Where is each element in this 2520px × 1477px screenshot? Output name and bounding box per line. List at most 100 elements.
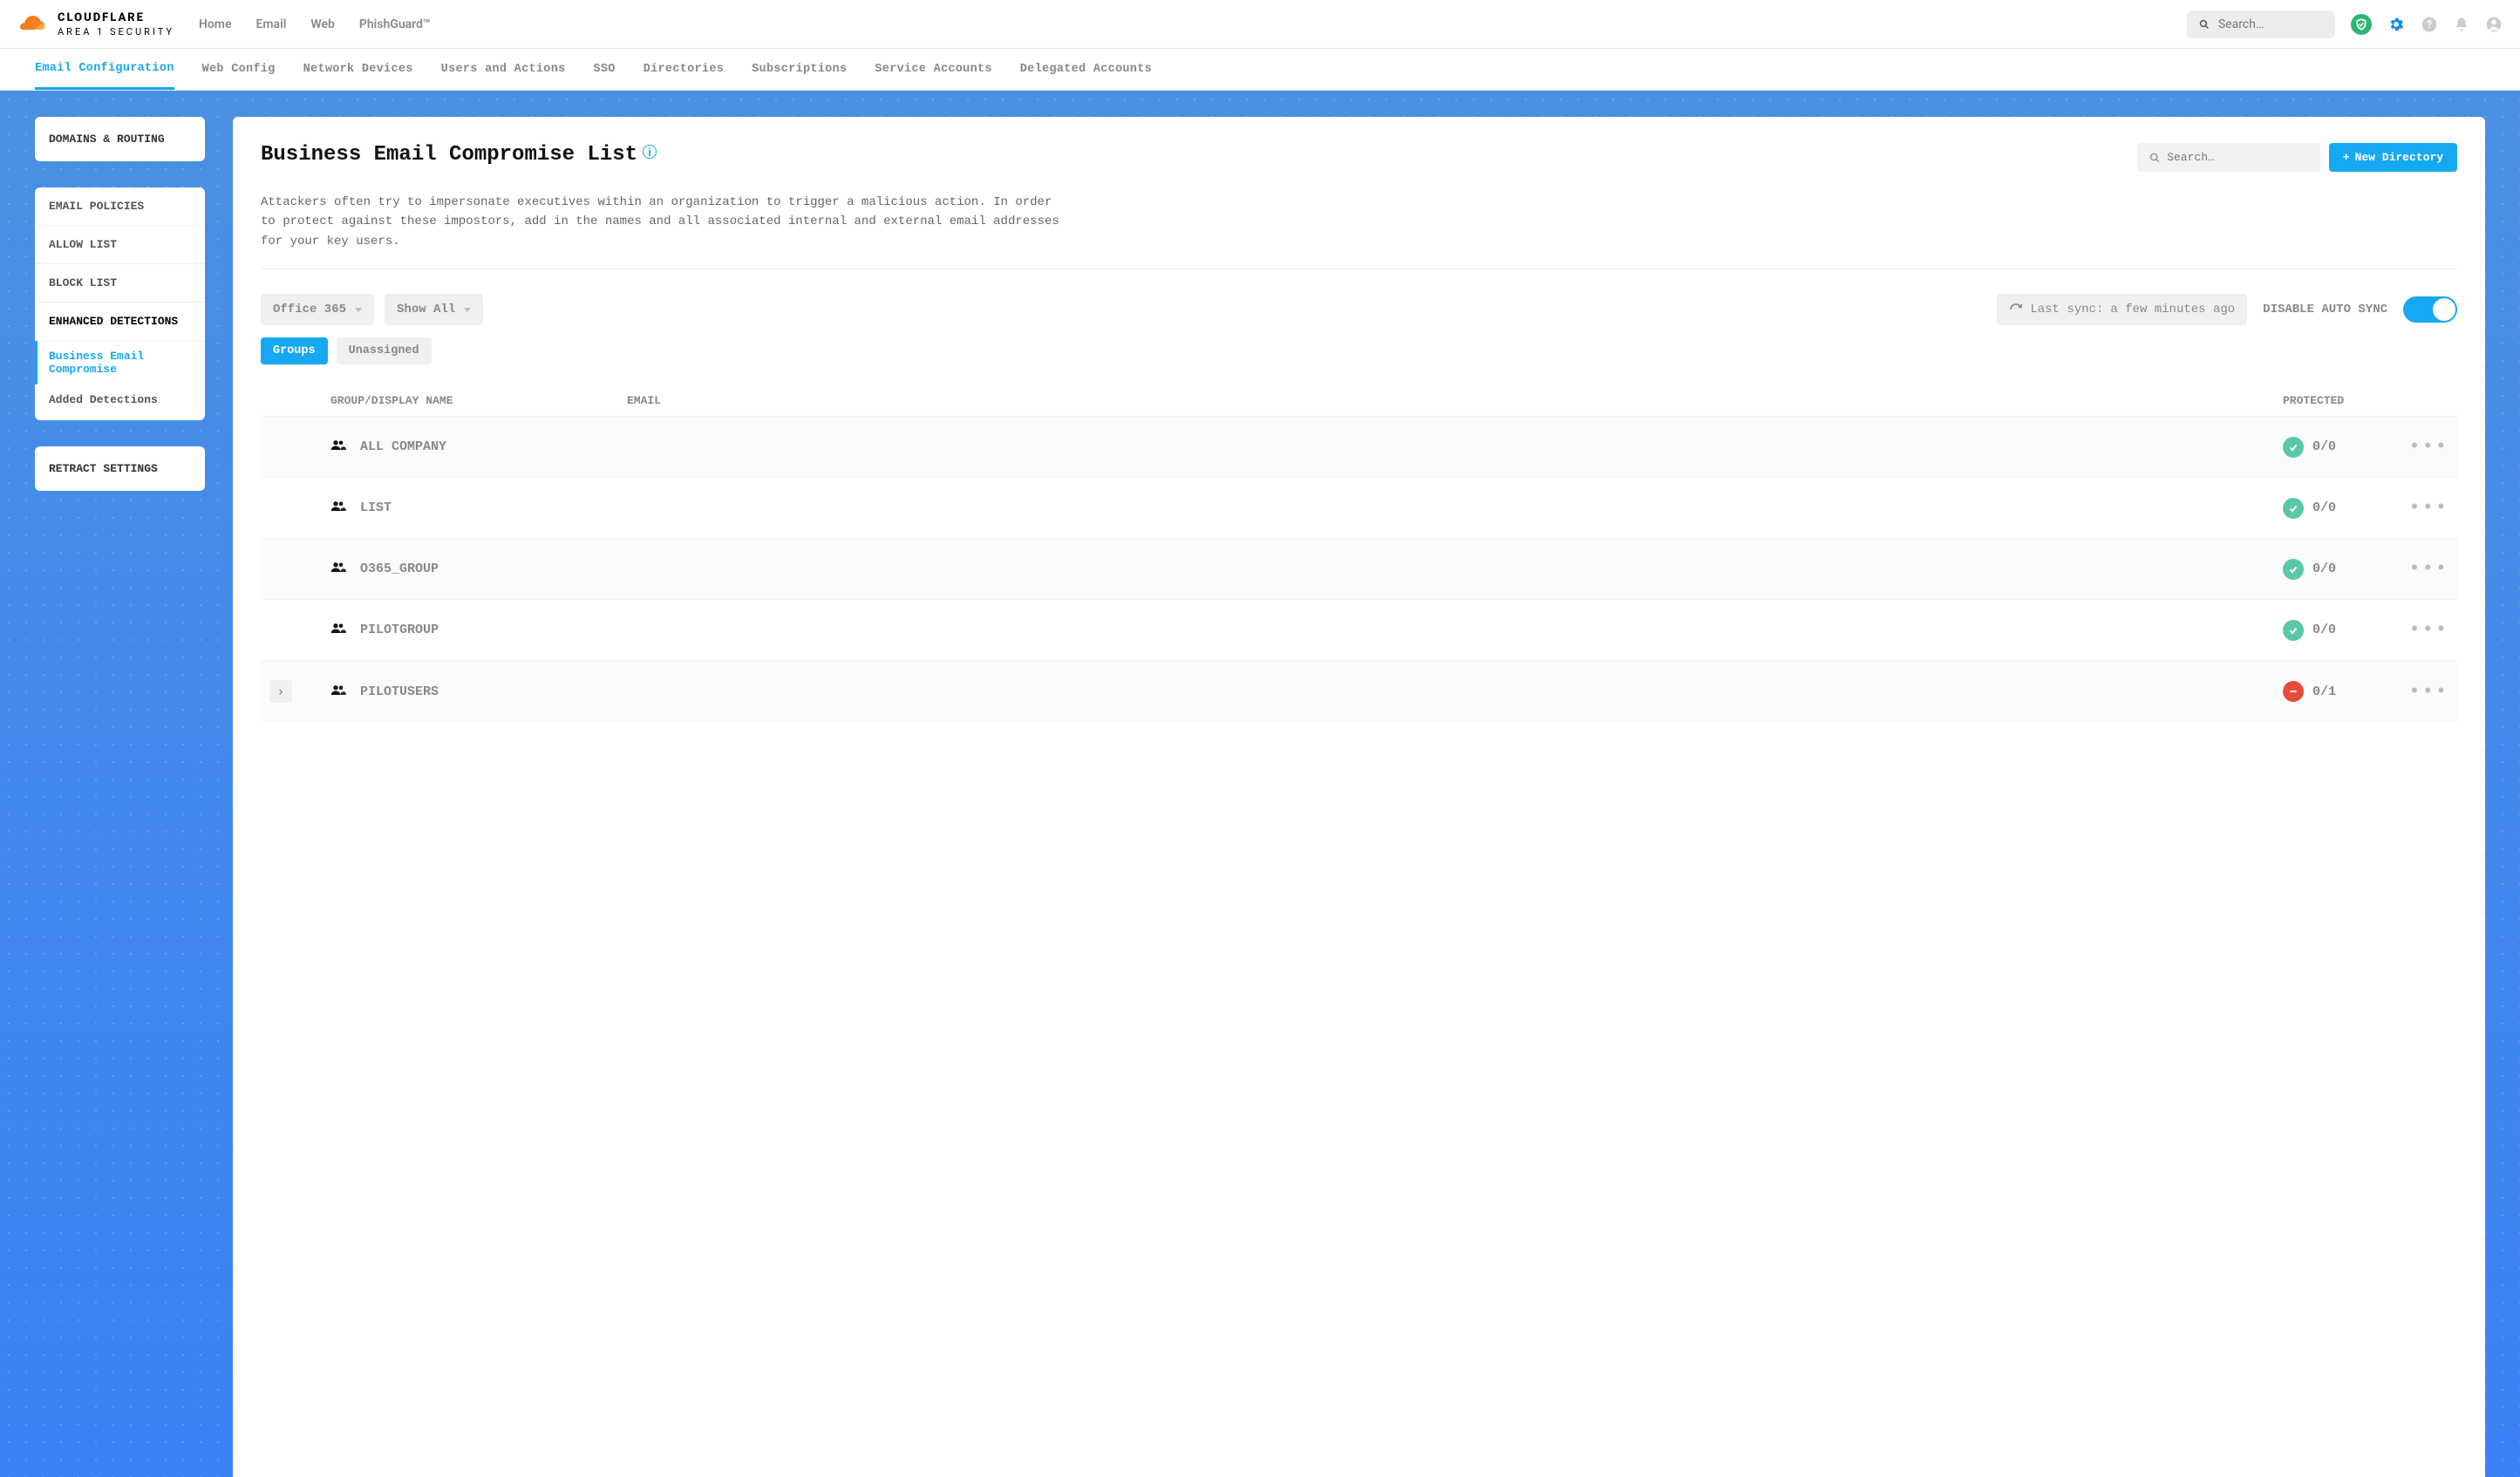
table-row[interactable]: ALL COMPANY 0/0 ••• bbox=[261, 416, 2457, 477]
help-icon[interactable]: ? bbox=[2421, 16, 2438, 33]
group-icon bbox=[330, 622, 346, 638]
row-protected-cell: 0/0 bbox=[2283, 498, 2387, 519]
brand-logo[interactable]: CLOUDFLARE AREA 1 SECURITY bbox=[17, 12, 174, 37]
top-header-right: ? bbox=[2187, 10, 2503, 38]
row-protected-value: 0/0 bbox=[2312, 562, 2336, 576]
row-name-cell: PILOTUSERS bbox=[330, 684, 627, 700]
table-row[interactable]: › PILOTUSERS 0/1 ••• bbox=[261, 660, 2457, 722]
sidebar-item-retract-settings[interactable]: RETRACT SETTINGS bbox=[35, 446, 205, 491]
last-sync-chip[interactable]: Last sync: a few minutes ago bbox=[1997, 294, 2247, 325]
global-search[interactable] bbox=[2187, 10, 2335, 38]
row-more-button[interactable]: ••• bbox=[2387, 619, 2448, 641]
sidebar-item-bec[interactable]: Business Email Compromise bbox=[35, 341, 205, 385]
show-select[interactable]: Show All bbox=[385, 294, 483, 325]
row-name: LIST bbox=[360, 500, 392, 515]
row-more-button[interactable]: ••• bbox=[2387, 436, 2448, 458]
global-search-input[interactable] bbox=[2218, 17, 2323, 31]
group-icon bbox=[330, 684, 346, 700]
row-name: ALL COMPANY bbox=[360, 439, 446, 454]
shield-check-icon[interactable] bbox=[2351, 14, 2372, 35]
chevron-down-icon bbox=[355, 308, 362, 312]
group-icon bbox=[330, 561, 346, 577]
nav-web[interactable]: Web bbox=[310, 17, 335, 31]
tab-users-actions[interactable]: Users and Actions bbox=[441, 51, 566, 88]
table-row[interactable]: LIST 0/0••• bbox=[261, 477, 2457, 538]
row-protected-cell: 0/0 bbox=[2283, 620, 2387, 641]
tab-delegated-accounts[interactable]: Delegated Accounts bbox=[1020, 51, 1152, 88]
sidebar-item-added-detections[interactable]: Added Detections bbox=[35, 385, 205, 420]
row-name-cell: LIST bbox=[330, 500, 627, 516]
user-icon[interactable] bbox=[2485, 16, 2503, 33]
nav-home[interactable]: Home bbox=[199, 17, 232, 31]
sidebar-item-domains-routing[interactable]: DOMAINS & ROUTING bbox=[35, 117, 205, 161]
table-header: GROUP/DISPLAY NAME EMAIL PROTECTED bbox=[261, 385, 2457, 416]
check-icon bbox=[2283, 498, 2304, 519]
sidebar-section-enhanced-detections: ENHANCED DETECTIONS bbox=[35, 303, 205, 341]
gear-icon[interactable] bbox=[2387, 16, 2405, 33]
row-expand-cell: › bbox=[269, 680, 330, 703]
chevron-down-icon bbox=[464, 308, 471, 312]
page-title-text: Business Email Compromise List bbox=[261, 143, 637, 167]
row-more-button[interactable]: ••• bbox=[2387, 558, 2448, 580]
new-directory-button[interactable]: + New Directory bbox=[2329, 143, 2457, 172]
minus-icon bbox=[2283, 681, 2304, 702]
row-protected-cell: 0/0 bbox=[2283, 437, 2387, 458]
pill-groups[interactable]: Groups bbox=[261, 337, 328, 364]
show-select-value: Show All bbox=[397, 303, 455, 316]
page-title: Business Email Compromise List i bbox=[261, 143, 657, 167]
table-row[interactable]: O365_GROUP 0/0 ••• bbox=[261, 538, 2457, 599]
sidebar-item-block-list[interactable]: BLOCK LIST bbox=[35, 264, 205, 303]
row-protected-value: 0/1 bbox=[2312, 684, 2336, 699]
nav-phishguard[interactable]: PhishGuard™ bbox=[359, 17, 431, 31]
panel-search[interactable] bbox=[2137, 143, 2320, 172]
tab-sso[interactable]: SSO bbox=[594, 51, 616, 88]
expand-button[interactable]: › bbox=[269, 680, 292, 703]
auto-sync-toggle[interactable] bbox=[2403, 296, 2457, 323]
group-icon bbox=[330, 500, 346, 516]
row-more-button[interactable]: ••• bbox=[2387, 681, 2448, 703]
table-row[interactable]: PILOTGROUP0/0••• bbox=[261, 599, 2457, 660]
tab-service-accounts[interactable]: Service Accounts bbox=[875, 51, 991, 88]
row-more-button[interactable]: ••• bbox=[2387, 497, 2448, 519]
header-actions: + New Directory bbox=[2137, 143, 2457, 172]
check-icon bbox=[2283, 559, 2304, 580]
nav-email[interactable]: Email bbox=[256, 17, 287, 31]
tab-network-devices[interactable]: Network Devices bbox=[303, 51, 413, 88]
controls-right: Last sync: a few minutes ago DISABLE AUT… bbox=[1997, 294, 2457, 325]
brand-sub: AREA 1 SECURITY bbox=[58, 27, 174, 37]
new-directory-label: New Directory bbox=[2355, 151, 2443, 164]
tab-email-configuration[interactable]: Email Configuration bbox=[35, 50, 174, 90]
tab-web-config[interactable]: Web Config bbox=[202, 51, 276, 88]
row-protected-value: 0/0 bbox=[2312, 439, 2336, 454]
col-email: EMAIL bbox=[627, 394, 2283, 407]
sidebar-card-domains[interactable]: DOMAINS & ROUTING bbox=[35, 117, 205, 161]
groups-table: GROUP/DISPLAY NAME EMAIL PROTECTED ALL C… bbox=[261, 385, 2457, 722]
top-header: CLOUDFLARE AREA 1 SECURITY Home Email We… bbox=[0, 0, 2520, 49]
check-icon bbox=[2283, 437, 2304, 458]
search-icon bbox=[2149, 152, 2160, 164]
sidebar-card-retract[interactable]: RETRACT SETTINGS bbox=[35, 446, 205, 491]
tab-subscriptions[interactable]: Subscriptions bbox=[752, 51, 847, 88]
group-icon bbox=[330, 439, 346, 455]
check-icon bbox=[2283, 620, 2304, 641]
sidebar-item-allow-list[interactable]: ALLOW LIST bbox=[35, 226, 205, 264]
tab-directories[interactable]: Directories bbox=[644, 51, 724, 88]
row-name-cell: O365_GROUP bbox=[330, 561, 627, 577]
panel-search-input[interactable] bbox=[2167, 151, 2308, 164]
search-icon bbox=[2199, 18, 2210, 31]
col-name: GROUP/DISPLAY NAME bbox=[330, 394, 627, 407]
bell-icon[interactable] bbox=[2454, 17, 2469, 32]
auto-sync-label: DISABLE AUTO SYNC bbox=[2263, 303, 2387, 316]
content-panel: Business Email Compromise List i + New D… bbox=[233, 117, 2485, 1477]
last-sync-value: a few minutes ago bbox=[2110, 303, 2235, 316]
sub-nav: Email Configuration Web Config Network D… bbox=[0, 49, 2520, 91]
sidebar-item-email-policies[interactable]: EMAIL POLICIES bbox=[35, 187, 205, 226]
row-protected-cell: 0/1 bbox=[2283, 681, 2387, 702]
sidebar-card-policies: EMAIL POLICIES ALLOW LIST BLOCK LIST ENH… bbox=[35, 187, 205, 420]
info-icon[interactable]: i bbox=[643, 145, 657, 159]
top-nav: Home Email Web PhishGuard™ bbox=[199, 17, 431, 31]
pill-unassigned[interactable]: Unassigned bbox=[337, 337, 432, 364]
row-name-cell: ALL COMPANY bbox=[330, 439, 627, 455]
directory-select[interactable]: Office 365 bbox=[261, 294, 374, 325]
last-sync-prefix: Last sync: bbox=[2030, 303, 2103, 316]
